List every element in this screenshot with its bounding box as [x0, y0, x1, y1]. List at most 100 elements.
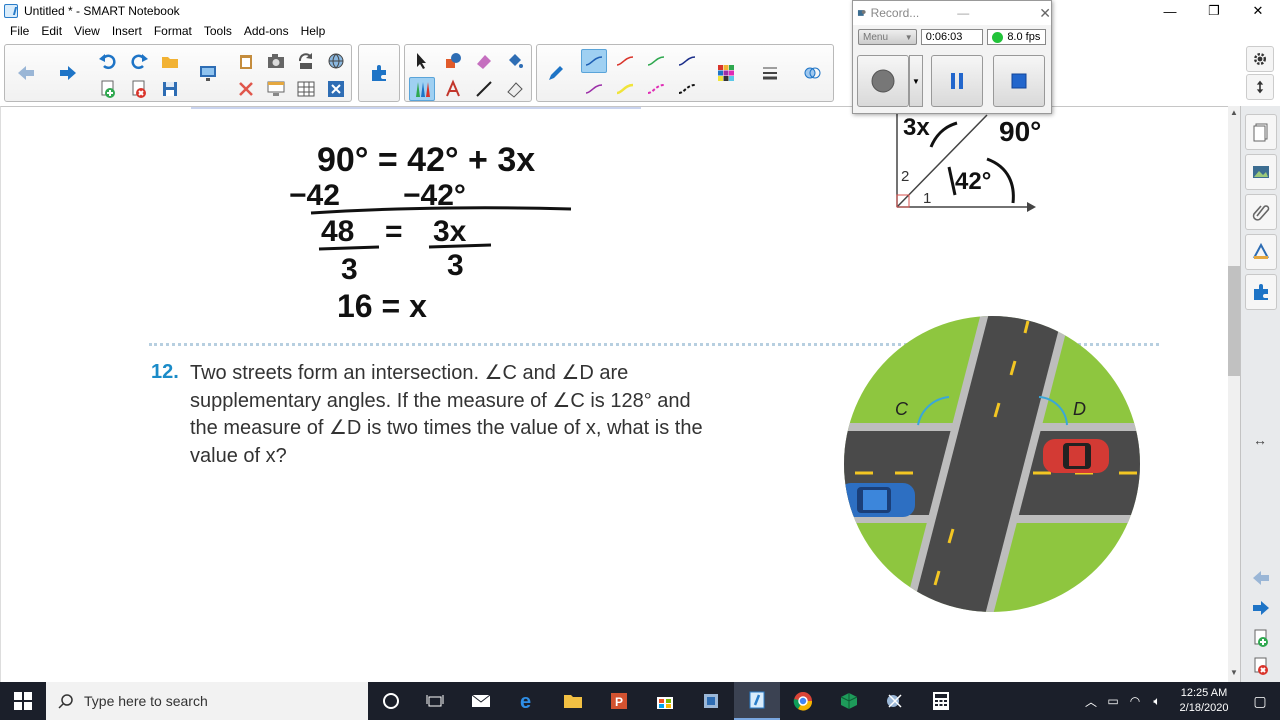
restore-button[interactable]: ❐ — [1192, 0, 1236, 22]
eraser-tool-button[interactable] — [471, 49, 497, 73]
next-page-button[interactable] — [55, 61, 81, 85]
color-palette-button[interactable] — [713, 61, 739, 85]
menu-addons[interactable]: Add-ons — [238, 24, 295, 38]
line-style-button[interactable] — [757, 61, 783, 85]
resize-panel-icon[interactable]: ↔ — [1253, 432, 1267, 448]
wifi-icon[interactable]: ◠ — [1124, 694, 1146, 708]
recorder-menu-dropdown[interactable]: Menu ▼ — [858, 29, 917, 45]
addons-button[interactable] — [366, 61, 392, 85]
geogebra-button[interactable] — [826, 682, 872, 720]
handwritten-equation: 90° = 42° + 3x −42 −42° 48 = 3x 3 3 16 =… — [289, 141, 572, 324]
pen-style-black-dashed[interactable] — [674, 77, 700, 101]
taskbar-clock[interactable]: 12:25 AM 2/18/2020 — [1168, 686, 1240, 716]
scrollbar-thumb[interactable] — [1228, 266, 1240, 376]
close-button[interactable]: ✕ — [1236, 0, 1280, 22]
menu-view[interactable]: View — [68, 24, 106, 38]
mail-app-button[interactable] — [458, 682, 504, 720]
redo-button[interactable] — [126, 49, 152, 73]
scroll-down-arrow-icon[interactable]: ▼ — [1228, 668, 1240, 680]
delete-page-button[interactable] — [126, 77, 152, 101]
pen-style-yellow[interactable] — [612, 77, 638, 101]
screen-shade-button[interactable] — [195, 61, 221, 85]
pen-type-button[interactable] — [543, 61, 569, 85]
toolbar-group-tools — [404, 44, 532, 102]
properties-tab[interactable] — [1245, 234, 1277, 270]
page-sorter-tab[interactable] — [1245, 114, 1277, 150]
fill-effects-button[interactable] — [799, 61, 825, 85]
edge-browser-button[interactable]: e — [504, 682, 550, 720]
attachments-tab[interactable] — [1245, 194, 1277, 230]
menu-insert[interactable]: Insert — [106, 24, 148, 38]
start-button[interactable] — [0, 682, 46, 720]
side-prev-page-button[interactable] — [1249, 568, 1273, 591]
pen-style-green[interactable] — [643, 49, 669, 73]
delete-button[interactable] — [233, 77, 259, 101]
pen-style-blue-thin[interactable] — [581, 49, 607, 73]
line-tool-button[interactable] — [471, 77, 497, 101]
recorder-minimize-button[interactable]: — — [957, 6, 969, 20]
pen-style-red[interactable] — [612, 49, 638, 73]
screen-capture-button[interactable] — [263, 49, 289, 73]
menu-tools[interactable]: Tools — [198, 24, 238, 38]
internet-browser-button[interactable] — [323, 49, 349, 73]
paste-button[interactable] — [233, 49, 259, 73]
recorder-close-button[interactable]: ✕ — [1039, 5, 1051, 22]
add-page-button[interactable] — [95, 77, 121, 101]
cortana-button[interactable] — [368, 682, 414, 720]
cortana-circle-icon — [383, 693, 399, 709]
settings-button[interactable] — [1246, 46, 1274, 72]
line-icon — [476, 81, 492, 97]
pen-style-purple[interactable] — [581, 77, 607, 101]
menu-help[interactable]: Help — [295, 24, 332, 38]
show-hidden-icons-button[interactable]: ︿ — [1080, 693, 1102, 710]
volume-icon[interactable]: 🔈︎ — [1146, 694, 1168, 709]
select-tool-button[interactable] — [409, 49, 435, 73]
shapes-tool-button[interactable] — [440, 49, 466, 73]
record-options-dropdown[interactable]: ▼ — [909, 55, 923, 107]
arrow-left-icon — [18, 66, 34, 80]
pen-style-navy[interactable] — [674, 49, 700, 73]
side-delete-page-button[interactable] — [1251, 656, 1271, 679]
blue-car — [844, 483, 915, 517]
chrome-button[interactable] — [780, 682, 826, 720]
eraser-button[interactable] — [502, 77, 528, 101]
pause-button[interactable] — [931, 55, 983, 107]
battery-icon[interactable]: ▭ — [1102, 694, 1124, 708]
powerpoint-button[interactable]: P — [596, 682, 642, 720]
text-tool-button[interactable] — [440, 77, 466, 101]
snipping-tool-button[interactable] — [872, 682, 918, 720]
full-screen-button[interactable] — [263, 77, 289, 101]
pens-tool-button[interactable] — [409, 77, 435, 101]
vertical-scrollbar[interactable]: ▲ ▼ — [1228, 106, 1240, 682]
notifications-icon[interactable]: ▢ — [1240, 693, 1280, 710]
scroll-up-arrow-icon[interactable]: ▲ — [1228, 108, 1240, 120]
gallery-tab[interactable] — [1245, 154, 1277, 190]
insert-table-button[interactable] — [293, 77, 319, 101]
close-panel-button[interactable] — [323, 77, 349, 101]
side-next-page-button[interactable] — [1249, 598, 1273, 621]
menu-format[interactable]: Format — [148, 24, 198, 38]
smart-tools-button[interactable] — [688, 682, 734, 720]
calculator-button[interactable] — [918, 682, 964, 720]
notebook-canvas[interactable]: 90° = 42° + 3x −42 −42° 48 = 3x 3 3 16 =… — [0, 106, 1228, 682]
previous-page-button[interactable] — [13, 61, 39, 85]
smart-notebook-taskbar-button[interactable] — [734, 682, 780, 720]
move-toolbar-button[interactable] — [1246, 74, 1274, 100]
task-view-button[interactable] — [412, 682, 458, 720]
menu-file[interactable]: File — [4, 24, 35, 38]
fill-tool-button[interactable] — [502, 49, 528, 73]
refresh-button[interactable] — [293, 49, 319, 73]
menu-edit[interactable]: Edit — [35, 24, 68, 38]
taskbar-search-box[interactable]: Type here to search — [46, 682, 368, 720]
store-button[interactable] — [642, 682, 688, 720]
minimize-button[interactable]: — — [1148, 0, 1192, 22]
side-add-page-button[interactable] — [1251, 628, 1271, 651]
undo-button[interactable] — [95, 49, 121, 73]
addons-tab[interactable] — [1245, 274, 1277, 310]
file-explorer-button[interactable] — [550, 682, 596, 720]
stop-button[interactable] — [993, 55, 1045, 107]
pen-style-magenta-dashed[interactable] — [643, 77, 669, 101]
open-file-button[interactable] — [157, 49, 183, 73]
record-button[interactable] — [857, 55, 909, 107]
save-button[interactable] — [157, 77, 183, 101]
